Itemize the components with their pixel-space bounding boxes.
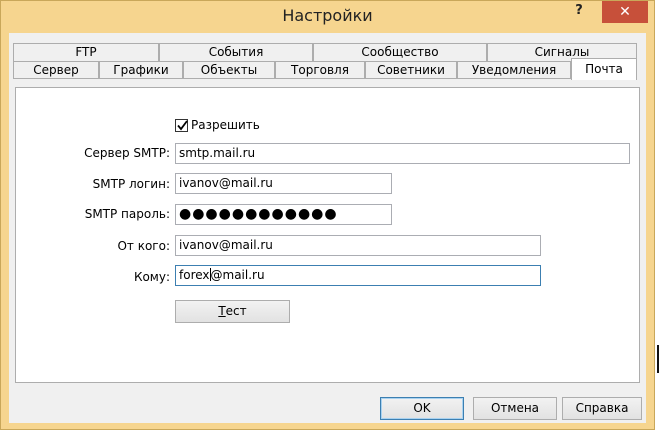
background-edge-mark: [657, 345, 659, 373]
email-settings-panel: Разрешить Сервер SMTP: smtp.mail.ru SMTP…: [15, 87, 640, 383]
from-input[interactable]: ivanov@mail.ru: [175, 235, 541, 256]
smtp-server-input[interactable]: smtp.mail.ru: [175, 143, 630, 164]
to-input-text-before-caret: forex: [179, 268, 210, 282]
help-icon[interactable]: ?: [567, 3, 591, 23]
to-input-text-after-caret: @mail.ru: [210, 268, 265, 282]
enable-checkbox[interactable]: [175, 119, 188, 132]
smtp-password-label: SMTP пароль:: [84, 207, 170, 221]
tab-server[interactable]: Сервер: [13, 61, 99, 79]
help-button[interactable]: Справка: [562, 397, 642, 420]
window-title: Настройки: [282, 6, 373, 25]
tab-charts[interactable]: Графики: [99, 61, 183, 79]
test-button-label: ест: [225, 304, 247, 318]
settings-dialog: Настройки ? ✕ FTP События Сообщество Сиг…: [0, 0, 655, 430]
checkmark-icon: [177, 120, 188, 131]
ok-button[interactable]: OK: [380, 397, 464, 420]
smtp-login-label: SMTP логин:: [92, 177, 170, 191]
enable-label: Разрешить: [191, 118, 260, 132]
tab-objects[interactable]: Объекты: [183, 61, 275, 79]
to-input[interactable]: forex@mail.ru: [175, 265, 541, 286]
from-label: От кого:: [117, 239, 170, 253]
test-button-mnemonic: Т: [218, 304, 226, 318]
dialog-client-area: FTP События Сообщество Сигналы Сервер Гр…: [9, 33, 646, 423]
cancel-button[interactable]: Отмена: [473, 397, 557, 420]
tab-events[interactable]: События: [159, 43, 313, 61]
smtp-login-input[interactable]: ivanov@mail.ru: [175, 173, 392, 194]
close-icon: ✕: [619, 4, 631, 20]
tab-expert-advisors[interactable]: Советники: [365, 61, 457, 79]
smtp-server-label: Сервер SMTP:: [84, 146, 170, 160]
test-button[interactable]: Тест: [175, 300, 290, 323]
smtp-password-input[interactable]: ●●●●●●●●●●●●: [175, 204, 392, 225]
tab-ftp[interactable]: FTP: [13, 43, 159, 61]
to-label: Кому:: [133, 270, 170, 284]
tab-community[interactable]: Сообщество: [313, 43, 487, 61]
tab-email[interactable]: Почта: [571, 58, 637, 80]
tab-notifications[interactable]: Уведомления: [457, 61, 571, 79]
tab-trade[interactable]: Торговля: [275, 61, 365, 79]
close-button[interactable]: ✕: [602, 1, 648, 23]
title-bar[interactable]: Настройки ? ✕: [1, 1, 654, 33]
